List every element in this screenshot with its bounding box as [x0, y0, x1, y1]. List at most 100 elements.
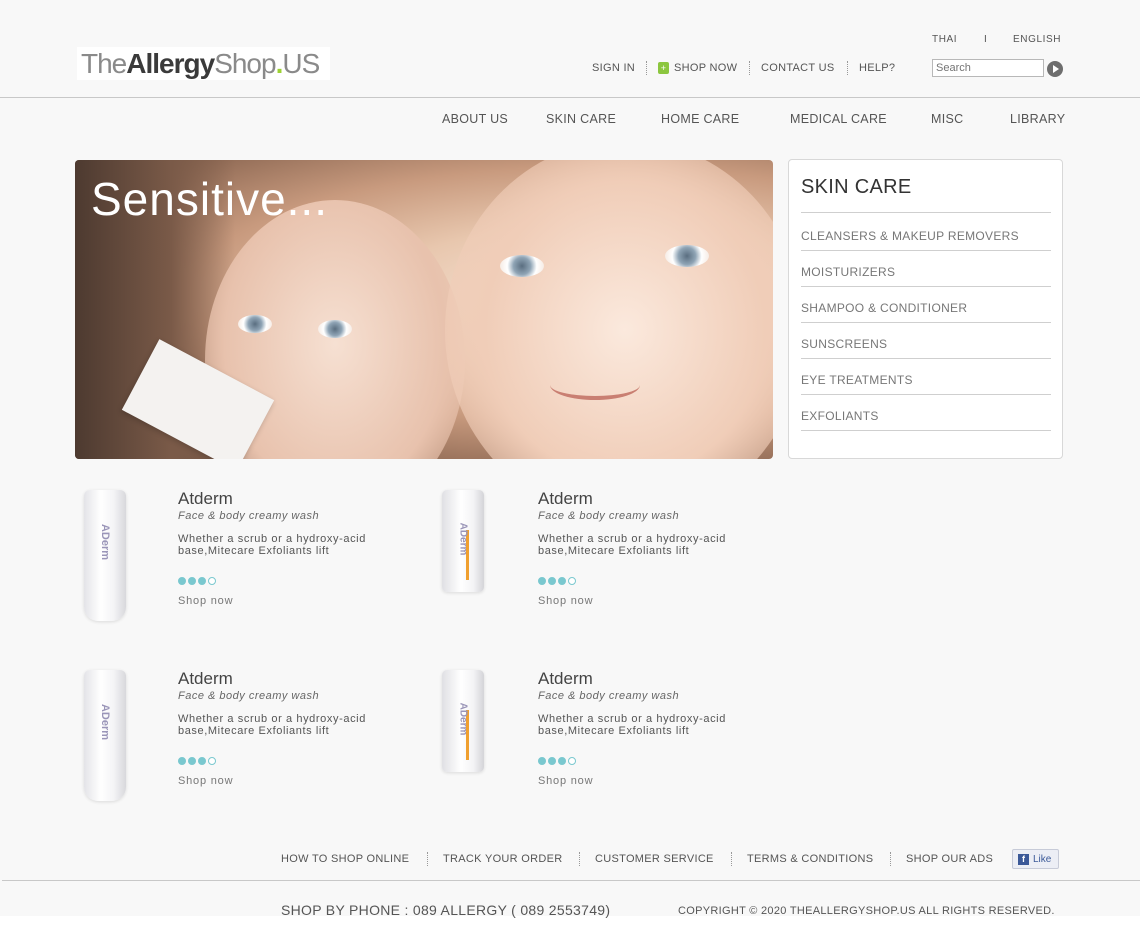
- product-package-label: ADerm: [457, 522, 469, 556]
- hero-eye: [665, 245, 709, 267]
- product-package-label: ADerm: [99, 704, 111, 741]
- nav-library[interactable]: LIBRARY: [1010, 112, 1065, 126]
- rating-dot-filled: [188, 577, 196, 585]
- contact-us-link[interactable]: CONTACT US: [761, 62, 835, 74]
- help-link[interactable]: HELP?: [859, 62, 895, 74]
- shop-now-link[interactable]: Shop now: [538, 595, 593, 607]
- shop-now-link[interactable]: Shop now: [178, 595, 233, 607]
- product-description: Whether a scrub or a hydroxy-acid base,M…: [178, 713, 366, 737]
- nav-about-us[interactable]: ABOUT US: [442, 112, 508, 126]
- panel-item-eye-treatments[interactable]: EYE TREATMENTS: [801, 373, 913, 387]
- product-image-bottle[interactable]: ADerm: [442, 490, 484, 592]
- nav-home-care[interactable]: HOME CARE: [661, 112, 739, 126]
- panel-title: SKIN CARE: [801, 176, 912, 198]
- rating-dot-filled: [538, 757, 546, 765]
- footer-divider: [890, 852, 891, 866]
- shop-now-link[interactable]: Shop now: [178, 775, 233, 787]
- rating-dot-empty: [208, 757, 216, 765]
- like-label: Like: [1033, 853, 1052, 865]
- rating-dot-filled: [538, 577, 546, 585]
- rating-dot-filled: [198, 577, 206, 585]
- product-package-label: ADerm: [99, 524, 111, 561]
- footer-copyright: COPYRIGHT © 2020 THEALLERGYSHOP.US ALL R…: [678, 905, 1055, 917]
- panel-divider: [801, 250, 1051, 251]
- product-image-bottle[interactable]: ADerm: [442, 670, 484, 772]
- nav-medical-care[interactable]: MEDICAL CARE: [790, 112, 887, 126]
- panel-divider: [801, 430, 1051, 431]
- product-subtitle: Face & body creamy wash: [538, 510, 680, 522]
- facebook-like-button[interactable]: f Like: [1012, 849, 1059, 869]
- site-logo[interactable]: The Allergy Shop. US: [77, 47, 330, 80]
- nav-divider: [749, 61, 750, 75]
- hero-banner[interactable]: Sensitive...: [75, 160, 773, 459]
- product-subtitle: Face & body creamy wash: [538, 690, 680, 702]
- product-image-tube[interactable]: ADerm: [84, 670, 126, 801]
- product-rating: [538, 577, 576, 585]
- footer-track-order[interactable]: TRACK YOUR ORDER: [443, 853, 563, 865]
- footer-divider: [579, 852, 580, 866]
- footer-how-to-shop[interactable]: HOW TO SHOP ONLINE: [281, 853, 409, 865]
- product-rating: [178, 577, 216, 585]
- sign-in-link[interactable]: SIGN IN: [592, 62, 635, 74]
- product-description: Whether a scrub or a hydroxy-acid base,M…: [178, 533, 366, 557]
- panel-divider: [801, 394, 1051, 395]
- lang-thai-link[interactable]: THAI: [932, 34, 957, 45]
- panel-item-exfoliants[interactable]: EXFOLIANTS: [801, 409, 879, 423]
- panel-divider: [801, 286, 1051, 287]
- product-rating: [538, 757, 576, 765]
- footer-divider: [427, 852, 428, 866]
- panel-item-cleansers[interactable]: CLEANSERS & MAKEUP REMOVERS: [801, 229, 1019, 243]
- hero-smile: [550, 370, 640, 400]
- product-package-label: ADerm: [457, 702, 469, 736]
- search-submit-arrow-icon[interactable]: [1047, 61, 1063, 77]
- rating-dot-filled: [188, 757, 196, 765]
- logo-text-shop: Shop: [214, 47, 276, 79]
- footer-divider: [731, 852, 732, 866]
- product-name[interactable]: Atderm: [538, 669, 593, 689]
- rating-dot-filled: [558, 757, 566, 765]
- rating-dot-filled: [178, 577, 186, 585]
- bottom-band: [0, 916, 1140, 950]
- panel-item-sunscreens[interactable]: SUNSCREENS: [801, 337, 887, 351]
- search-input[interactable]: [932, 59, 1044, 77]
- panel-divider: [801, 358, 1051, 359]
- rating-dot-filled: [178, 757, 186, 765]
- product-name[interactable]: Atderm: [178, 489, 233, 509]
- shop-now-link[interactable]: + SHOP NOW: [658, 62, 737, 74]
- skin-care-panel: SKIN CARE CLEANSERS & MAKEUP REMOVERS MO…: [788, 159, 1063, 459]
- footer-terms[interactable]: TERMS & CONDITIONS: [747, 853, 873, 865]
- rating-dot-empty: [568, 577, 576, 585]
- product-name[interactable]: Atderm: [178, 669, 233, 689]
- nav-misc[interactable]: MISC: [931, 112, 963, 126]
- rating-dot-empty: [208, 577, 216, 585]
- product-description: Whether a scrub or a hydroxy-acid base,M…: [538, 713, 726, 737]
- product-name[interactable]: Atderm: [538, 489, 593, 509]
- shop-now-link[interactable]: Shop now: [538, 775, 593, 787]
- shopping-bag-icon: +: [658, 62, 669, 74]
- footer-shop-ads[interactable]: SHOP OUR ADS: [906, 853, 993, 865]
- footer-customer-service[interactable]: CUSTOMER SERVICE: [595, 853, 714, 865]
- panel-divider: [801, 322, 1051, 323]
- nav-divider: [847, 61, 848, 75]
- product-subtitle: Face & body creamy wash: [178, 510, 320, 522]
- logo-dot: .: [275, 47, 284, 79]
- logo-text-the: The: [81, 47, 127, 79]
- rating-dot-filled: [548, 757, 556, 765]
- product-description: Whether a scrub or a hydroxy-acid base,M…: [538, 533, 726, 557]
- panel-divider: [801, 212, 1051, 213]
- lang-divider: I: [984, 34, 988, 45]
- product-image-tube[interactable]: ADerm: [84, 490, 126, 621]
- rating-dot-filled: [548, 577, 556, 585]
- footer-divider-line: [2, 880, 1140, 881]
- nav-skin-care[interactable]: SKIN CARE: [546, 112, 616, 126]
- shop-now-label: SHOP NOW: [674, 62, 738, 74]
- panel-item-shampoo[interactable]: SHAMPOO & CONDITIONER: [801, 301, 967, 315]
- logo-text-allergy: Allergy: [126, 47, 215, 79]
- rating-dot-filled: [558, 577, 566, 585]
- panel-item-moisturizers[interactable]: MOISTURIZERS: [801, 265, 895, 279]
- rating-dot-empty: [568, 757, 576, 765]
- product-rating: [178, 757, 216, 765]
- nav-divider: [646, 61, 647, 75]
- lang-english-link[interactable]: ENGLISH: [1013, 34, 1061, 45]
- header-divider: [0, 97, 1140, 98]
